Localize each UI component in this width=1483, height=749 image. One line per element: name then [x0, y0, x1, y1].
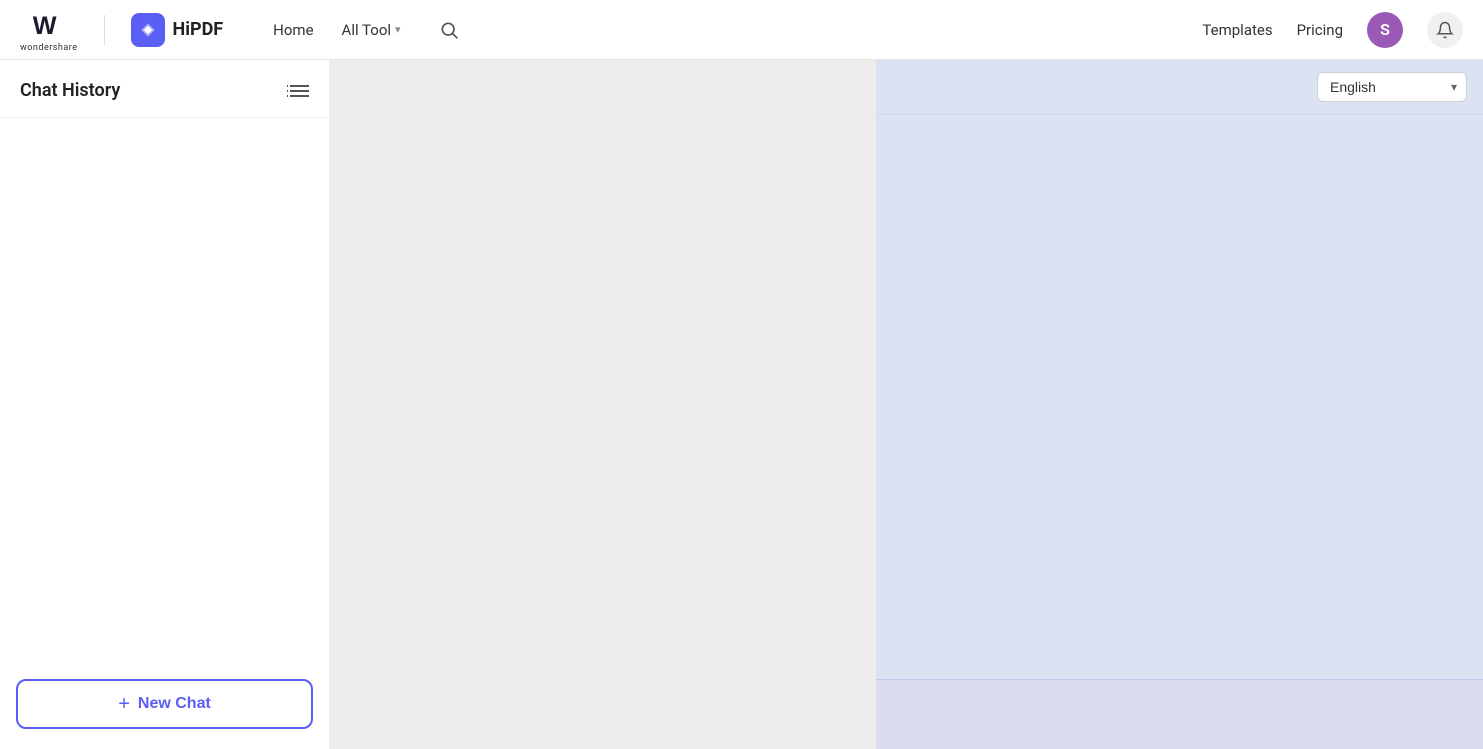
main-content: Chat History + New Chat	[0, 60, 1483, 749]
user-avatar[interactable]: S	[1367, 12, 1403, 48]
wondershare-logo[interactable]: W wondershare	[20, 7, 78, 53]
language-select[interactable]: English Chinese French German Spanish Ja…	[1317, 72, 1467, 102]
nav-pricing[interactable]: Pricing	[1297, 21, 1343, 39]
sidebar: Chat History + New Chat	[0, 60, 330, 749]
nav-templates[interactable]: Templates	[1202, 21, 1272, 39]
center-panel	[330, 60, 876, 749]
brand-area: W wondershare HiPDF	[20, 7, 223, 53]
new-chat-plus-icon: +	[118, 693, 130, 716]
chat-history-title: Chat History	[20, 80, 120, 101]
right-panel-header: English Chinese French German Spanish Ja…	[876, 60, 1483, 115]
nav-home[interactable]: Home	[273, 21, 313, 39]
all-tool-chevron: ▾	[395, 23, 401, 36]
new-chat-button[interactable]: + New Chat	[16, 679, 313, 729]
right-panel-bottom	[876, 679, 1483, 749]
wondershare-label: wondershare	[20, 43, 78, 53]
navbar-right: Templates Pricing S	[1202, 12, 1463, 48]
search-button[interactable]	[433, 14, 465, 46]
right-panel-body	[876, 115, 1483, 679]
nav-links: Home All Tool ▾	[273, 14, 464, 46]
new-chat-label: New Chat	[138, 695, 211, 713]
nav-all-tool[interactable]: All Tool ▾	[342, 21, 401, 39]
svg-text:W: W	[33, 12, 57, 40]
brand-divider	[104, 15, 105, 45]
right-panel: English Chinese French German Spanish Ja…	[876, 60, 1483, 749]
notification-button[interactable]	[1427, 12, 1463, 48]
chat-history-list	[0, 118, 329, 749]
hipdf-brand[interactable]: HiPDF	[131, 13, 224, 47]
sidebar-header: Chat History	[0, 60, 329, 118]
hipdf-icon	[131, 13, 165, 47]
navbar: W wondershare HiPDF Home All Tool ▾	[0, 0, 1483, 60]
hipdf-label: HiPDF	[173, 19, 224, 40]
language-selector-wrapper[interactable]: English Chinese French German Spanish Ja…	[1317, 72, 1467, 102]
sidebar-toggle-button[interactable]	[287, 82, 309, 100]
